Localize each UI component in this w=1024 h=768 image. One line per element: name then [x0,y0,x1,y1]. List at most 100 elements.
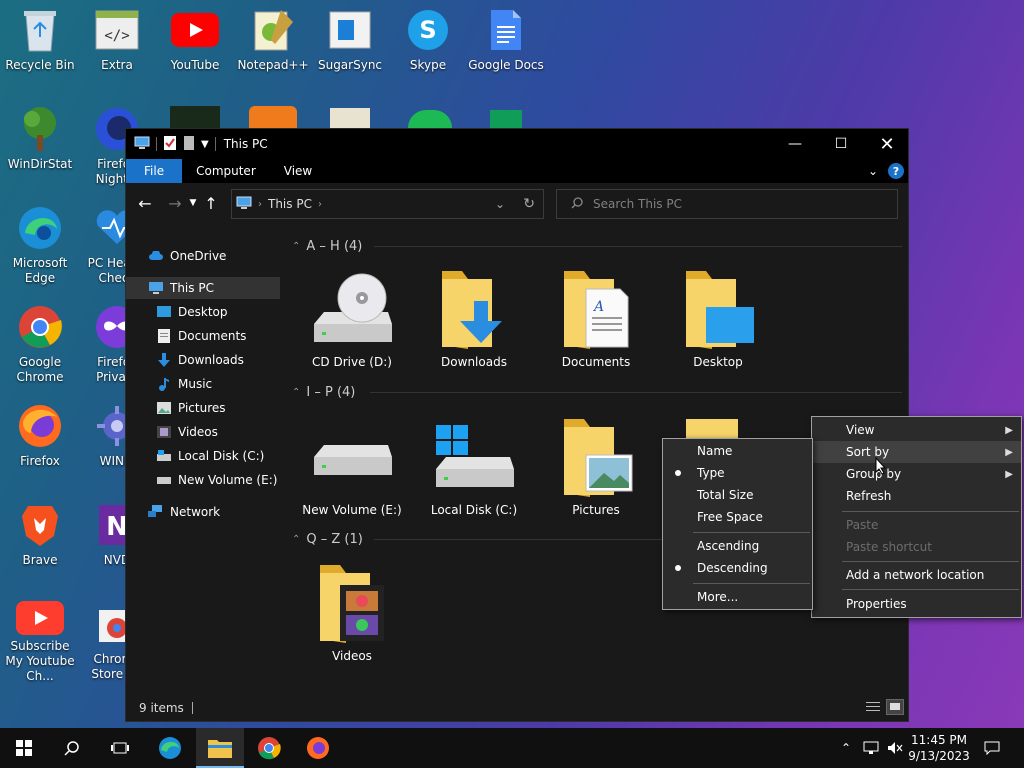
customize-qa-chevron-icon[interactable]: ▼ [201,139,209,150]
taskbar-edge[interactable] [146,728,194,768]
desktop-icon-notepadpp[interactable]: Notepad++ [233,0,313,90]
nav-item-network[interactable]: Network [126,501,280,523]
desktop-icon-extra[interactable]: </> Extra [77,0,157,90]
new-folder-icon[interactable] [183,135,195,154]
help-icon[interactable]: ? [888,163,904,179]
action-center-icon[interactable] [978,728,1006,768]
sort-option-total-size[interactable]: Total Size [663,484,812,506]
menu-item-view[interactable]: View ▶ [812,419,1021,441]
desktop-icon-recycle-bin[interactable]: Recycle Bin [0,0,80,90]
item-pictures[interactable]: Pictures [540,417,652,527]
menu-item-paste-shortcut[interactable]: Paste shortcut [812,536,1021,558]
collapse-chevron-icon[interactable]: ⌃ [292,534,300,545]
sort-option-name[interactable]: Name [663,440,812,462]
menu-item-refresh[interactable]: Refresh [812,485,1021,507]
large-icons-view-icon[interactable] [886,699,904,715]
nav-item-new-volume-e[interactable]: New Volume (E:) [126,469,280,491]
network-status-icon[interactable] [860,728,882,768]
address-dropdown-chevron-icon[interactable]: ⌄ [495,197,505,211]
minimize-button[interactable]: — [772,129,818,159]
tab-view[interactable]: View [270,159,326,183]
item-new-volume-e[interactable]: New Volume (E:) [296,417,408,527]
breadcrumb-chevron-icon[interactable]: › [318,199,322,210]
menu-item-add-network-location[interactable]: Add a network location [812,564,1021,586]
volume-muted-icon[interactable] [884,728,906,768]
back-button[interactable]: ← [133,191,157,215]
maximize-button[interactable]: ☐ [818,129,864,159]
tab-computer[interactable]: Computer [182,159,270,183]
menu-item-properties[interactable]: Properties [812,593,1021,615]
sort-option-free-space[interactable]: Free Space [663,506,812,528]
show-hidden-icons-chevron-icon[interactable]: ⌃ [836,728,856,768]
search-button[interactable] [48,728,96,768]
search-input[interactable] [593,197,873,211]
desktop-icon-google-docs[interactable]: Google Docs [466,0,546,90]
nav-item-this-pc[interactable]: This PC [126,277,280,299]
task-view-button[interactable] [96,728,144,768]
nav-item-documents[interactable]: Documents [126,325,280,347]
breadcrumb-chevron-icon[interactable]: › [258,199,262,210]
item-local-disk-c[interactable]: Local Disk (C:) [418,417,530,527]
documents-folder-icon: A [548,269,644,351]
title-bar[interactable]: ▼ This PC — ☐ ✕ [126,129,908,159]
desktop-icon-chrome[interactable]: Google Chrome [0,297,80,387]
address-bar[interactable]: › This PC › ⌄ ↻ [231,189,544,219]
properties-icon[interactable] [163,135,177,154]
nav-item-pictures[interactable]: Pictures [126,397,280,419]
forward-button[interactable]: → [163,191,187,215]
desktop-icon-youtube[interactable]: YouTube [155,0,235,90]
nav-item-onedrive[interactable]: OneDrive [126,245,280,267]
nav-item-local-disk-c[interactable]: Local Disk (C:) [126,445,280,467]
desktop-icon-youtube-subscribe[interactable]: Subscribe My Youtube Ch... [0,594,80,684]
close-button[interactable]: ✕ [864,129,910,159]
pictures-icon [156,401,172,415]
sort-option-descending[interactable]: Descending [663,557,812,579]
details-view-icon[interactable] [864,699,882,715]
file-explorer-window[interactable]: ▼ This PC — ☐ ✕ File Computer View ⌄ ? ←… [125,128,909,722]
nav-item-downloads[interactable]: Downloads [126,349,280,371]
desktop-icon-sugarsync[interactable]: SugarSync [310,0,390,90]
desktop-icon-windirstat[interactable]: WinDirStat [0,99,80,189]
sort-option-type[interactable]: Type [663,462,812,484]
desktop-icon-edge[interactable]: Microsoft Edge [0,198,80,288]
recent-locations-chevron-icon[interactable]: ▼ [187,191,199,215]
refresh-icon[interactable]: ↻ [523,196,535,212]
downloads-folder-icon [426,269,522,351]
group-header-a-h[interactable]: ⌃ A – H (4) [292,237,362,255]
system-clock[interactable]: 11:45 PM 9/13/2023 [906,732,972,764]
nav-item-videos[interactable]: Videos [126,421,280,443]
desktop-icon-brave[interactable]: Brave [0,495,80,585]
menu-item-paste[interactable]: Paste [812,514,1021,536]
sort-option-ascending[interactable]: Ascending [663,535,812,557]
group-divider [370,392,902,393]
group-label: Q – Z (1) [306,531,363,547]
taskbar-chrome[interactable] [245,728,293,768]
breadcrumb-this-pc[interactable]: This PC [268,197,312,211]
item-desktop[interactable]: Desktop [662,269,774,379]
item-documents[interactable]: A Documents [540,269,652,379]
group-header-q-z[interactable]: ⌃ Q – Z (1) [292,530,363,548]
nav-item-desktop[interactable]: Desktop [126,301,280,323]
nav-item-music[interactable]: Music [126,373,280,395]
expand-ribbon-icon[interactable]: ⌄ [868,164,878,178]
tab-file[interactable]: File [126,159,183,183]
taskbar-file-explorer[interactable] [196,728,244,768]
desktop-icon-skype[interactable]: S Skype [388,0,468,90]
collapse-chevron-icon[interactable]: ⌃ [292,241,300,252]
item-cd-drive[interactable]: CD Drive (D:) [296,269,408,379]
menu-item-group-by[interactable]: Group by ▶ [812,463,1021,485]
item-downloads[interactable]: Downloads [418,269,530,379]
start-button[interactable] [0,728,48,768]
item-videos[interactable]: Videos [296,563,408,673]
firefox-icon [307,737,329,759]
up-button[interactable]: ↑ [199,191,223,215]
collapse-chevron-icon[interactable]: ⌃ [292,387,300,398]
taskbar-firefox[interactable] [294,728,342,768]
sort-option-more[interactable]: More... [663,586,812,608]
search-box[interactable] [556,189,898,219]
desktop-icon-firefox[interactable]: Firefox [0,396,80,486]
separator [191,702,193,714]
menu-item-sort-by[interactable]: Sort by ▶ [812,441,1021,463]
recycle-bin-icon [16,6,64,54]
group-header-i-p[interactable]: ⌃ I – P (4) [292,383,355,401]
